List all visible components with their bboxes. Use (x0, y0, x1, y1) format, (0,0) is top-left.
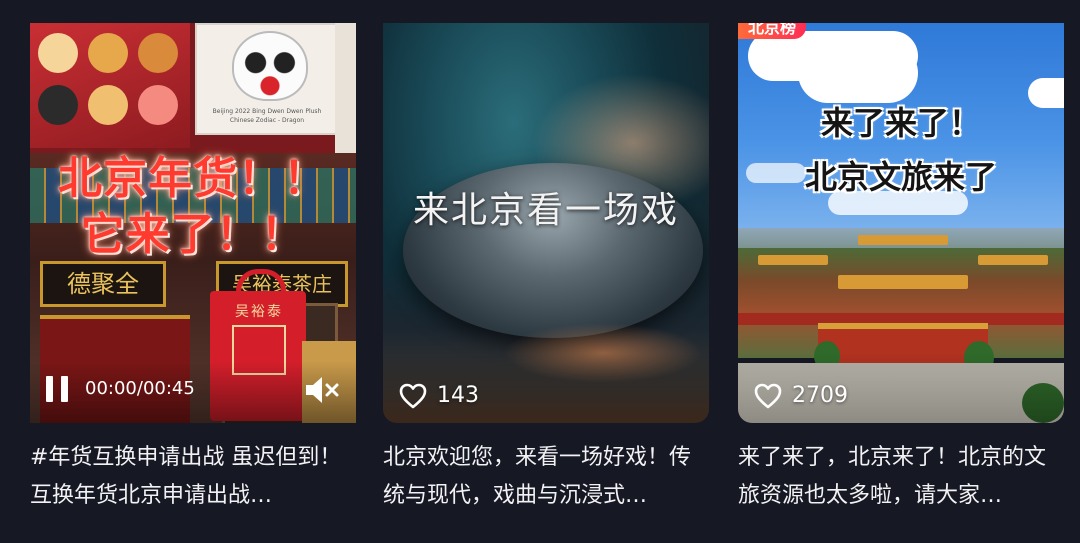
video-description[interactable]: 来了来了，北京来了！北京的文旅资源也太多啦，请大家… (738, 439, 1060, 515)
cake (88, 85, 128, 125)
video-thumbnail[interactable]: Beijing 2022 Bing Dwen Dwen Plush Chines… (30, 23, 356, 423)
shelf-edge (335, 23, 356, 153)
overlay-title-line-2: 它来了！！ (80, 209, 306, 260)
video-card-2[interactable]: 来北京看一场戏 143 北京欢迎您，来看一场好戏！传统与现代，戏曲与沉浸式… (383, 23, 709, 515)
video-card-1[interactable]: Beijing 2022 Bing Dwen Dwen Plush Chines… (30, 23, 356, 515)
cloud (798, 43, 918, 103)
shop-sign-left: 德聚全 (40, 261, 166, 307)
video-description[interactable]: 北京欢迎您，来看一场好戏！传统与现代，戏曲与沉浸式… (383, 439, 705, 515)
mooncake-tray (30, 23, 190, 148)
like-count: 2709 (792, 383, 848, 408)
overlay-title-line-1: 北京年货！！ (58, 153, 328, 204)
heart-icon[interactable] (754, 383, 782, 409)
cake (138, 85, 178, 125)
palace-roof (758, 255, 828, 265)
overlay-title: 北京年货！！ 它来了！！ (30, 151, 356, 263)
cake (38, 85, 78, 125)
like-counter: 143 (399, 381, 479, 411)
plush-box: Beijing 2022 Bing Dwen Dwen Plush Chines… (195, 23, 339, 135)
overlay-title-line-2: 北京文旅来了 (804, 158, 997, 196)
like-counter: 2709 (754, 381, 848, 411)
plush-box-text: Beijing 2022 Bing Dwen Dwen Plush Chines… (212, 108, 322, 124)
video-card-3[interactable]: 来了来了！ 北京文旅来了 北京榜 2709 来了来了，北京来了！北京的文旅资源也… (738, 23, 1064, 515)
panda-mascot (232, 31, 308, 101)
heart-icon[interactable] (399, 383, 427, 409)
palace-roof (838, 275, 968, 289)
playback-time: 00:00/00:45 (85, 378, 195, 399)
pause-icon[interactable] (46, 376, 68, 402)
video-description[interactable]: #年货互换申请出战 虽迟但到！互换年货北京申请出战… (30, 439, 352, 515)
overlay-title: 来北京看一场戏 (412, 190, 679, 231)
like-count: 143 (437, 383, 479, 408)
mute-icon[interactable] (303, 375, 341, 405)
ranking-badge: 北京榜 (738, 23, 807, 39)
cake (38, 33, 78, 73)
cake (138, 33, 178, 73)
palace-roof (978, 255, 1048, 265)
bag-text: 吴裕泰 (235, 304, 283, 320)
video-thumbnail[interactable]: 来北京看一场戏 143 (383, 23, 709, 423)
video-thumbnail[interactable]: 来了来了！ 北京文旅来了 北京榜 2709 (738, 23, 1064, 423)
overlay-title-line-1: 来了来了！ (820, 104, 981, 142)
palace-roof (858, 235, 948, 245)
cake (88, 33, 128, 73)
